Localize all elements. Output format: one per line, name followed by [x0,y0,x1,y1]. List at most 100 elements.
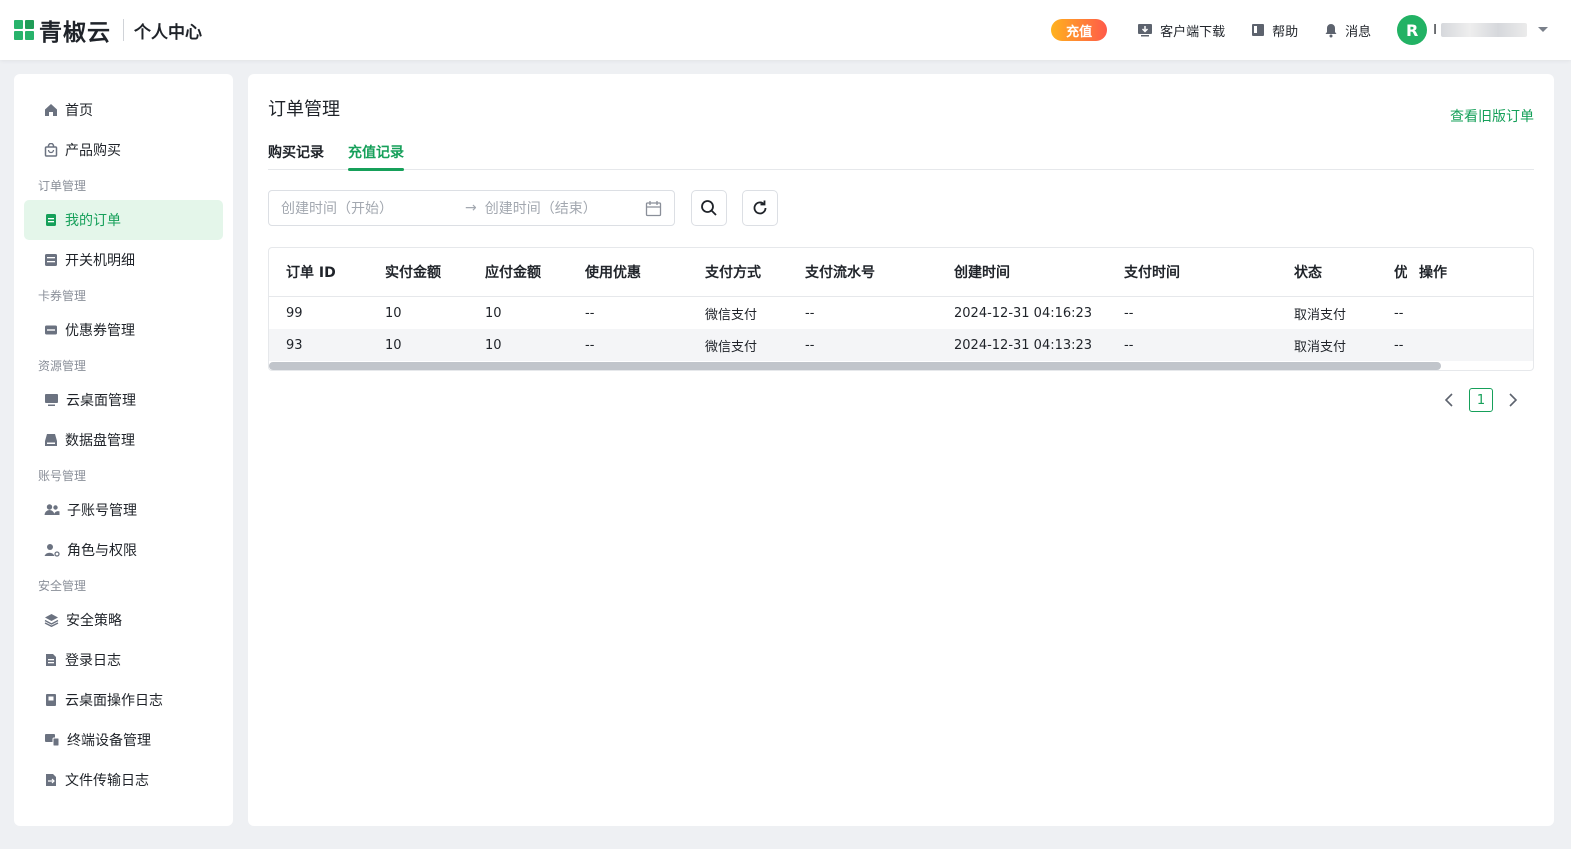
refresh-button[interactable] [742,190,778,226]
refresh-icon [753,200,767,215]
sidebar-item-my-orders[interactable]: 我的订单 [24,200,223,240]
column-header: 操作 [1419,265,1447,281]
sidebar-item-power-detail[interactable]: 开关机明细 [24,240,223,280]
table-cell: 93 [286,337,303,353]
column-header: 应付金额 [485,265,541,281]
chevron-left-icon[interactable] [1444,392,1454,408]
column-header: 使用优惠 [585,265,641,281]
sidebar-item-label: 登录日志 [65,653,121,669]
sidebar-item-transfer-logs[interactable]: 文件传输日志 [24,760,223,800]
avatar: R [1397,15,1428,45]
page-title: 订单管理 [268,99,340,120]
sidebar-item-label: 产品购买 [65,143,121,159]
sidebar-item-label: 首页 [65,103,93,119]
table-cell: -- [805,305,815,321]
calendar-icon[interactable] [645,200,662,217]
table-cell: 99 [286,305,303,321]
sidebar-item-label: 我的订单 [65,213,121,229]
sidebar-group-resources: 资源管理 [38,358,87,373]
column-header: 优 [1394,265,1407,281]
sidebar-item-policies[interactable]: 安全策略 [24,600,223,640]
table-cell: 2024-12-31 04:13:23 [954,337,1093,353]
messages-label: 消息 [1345,24,1372,40]
table-cell: 取消支付 [1294,307,1347,323]
date-end-input[interactable]: 创建时间（结束） [485,198,597,218]
monitor-icon [45,394,58,406]
sidebar-item-label: 安全策略 [66,613,122,629]
client-download-label: 客户端下载 [1160,24,1226,40]
table-cell: -- [1124,305,1134,321]
logo[interactable]: 青椒云 个人中心 [14,13,202,47]
column-header: 支付时间 [1124,265,1180,281]
coupon-icon [45,325,57,335]
sidebar-item-label: 终端设备管理 [67,733,151,749]
search-button[interactable] [691,190,727,226]
table-row[interactable]: 93 10 10 -- 微信支付 -- 2024-12-31 04:13:23 … [269,329,1533,361]
document-icon [46,654,56,666]
user-name: I [1433,22,1437,38]
table-cell: 10 [485,305,502,321]
recharge-button[interactable]: 充值 [1051,19,1108,41]
shopping-bag-icon [44,143,58,157]
table-cell: -- [1124,337,1134,353]
table-cell: 10 [385,337,402,353]
sidebar-group-security: 安全管理 [38,578,87,593]
sidebar-item-desktop-logs[interactable]: 云桌面操作日志 [24,680,223,720]
client-download-link[interactable]: 客户端下载 [1137,21,1225,40]
order-tabs: 购买记录 充值记录 [268,142,1534,171]
sidebar-group-accounts: 账号管理 [38,468,87,483]
date-range-picker[interactable]: 创建时间（开始） → 创建时间（结束） [268,190,675,226]
tab-recharge-records[interactable]: 充值记录 [348,142,404,171]
table-cell: -- [1394,305,1404,321]
table-row[interactable]: 99 10 10 -- 微信支付 -- 2024-12-31 04:16:23 … [269,297,1533,329]
file-transfer-icon [46,774,56,786]
sidebar-item-sub-accounts[interactable]: 子账号管理 [24,490,223,530]
chevron-down-icon [1538,27,1548,32]
sidebar-item-desktops[interactable]: 云桌面管理 [24,380,223,420]
date-start-input[interactable]: 创建时间（开始） [281,198,393,218]
sidebar-item-disks[interactable]: 数据盘管理 [24,420,223,460]
user-menu[interactable]: R I [1397,15,1549,45]
chevron-right-icon[interactable] [1508,392,1518,408]
column-header: 实付金额 [385,265,441,281]
layers-icon [44,614,59,627]
header-subtitle: 个人中心 [134,22,202,43]
page-number-current[interactable]: 1 [1469,388,1493,412]
sidebar-item-purchase[interactable]: 产品购买 [24,130,223,170]
column-header: 支付流水号 [805,265,875,281]
table-cell: 10 [385,305,402,321]
table-header: 订单 ID 实付金额 应付金额 使用优惠 支付方式 支付流水号 创建时间 支付时… [269,248,1533,297]
table-cell: 微信支付 [705,307,758,323]
table-cell: -- [585,305,595,321]
sidebar-item-label: 子账号管理 [67,503,137,519]
column-header: 订单 ID [286,265,336,281]
main-content: 订单管理 查看旧版订单 购买记录 充值记录 创建时间（开始） → 创建时间（结束… [248,74,1554,826]
column-header: 创建时间 [954,265,1010,281]
orders-table: 订单 ID 实付金额 应付金额 使用优惠 支付方式 支付流水号 创建时间 支付时… [268,247,1534,371]
table-cell: -- [585,337,595,353]
pagination: 1 [1444,388,1518,412]
sidebar-group-orders: 订单管理 [38,178,87,193]
sidebar-item-label: 云桌面管理 [66,393,136,409]
sidebar-item-roles[interactable]: 角色与权限 [24,530,223,570]
bell-icon [1325,23,1337,37]
messages-link[interactable]: 消息 [1324,21,1371,40]
user-key-icon [44,544,60,557]
devices-icon [45,734,60,747]
sidebar-item-devices[interactable]: 终端设备管理 [24,720,223,760]
logo-divider [123,19,124,41]
horizontal-scrollbar[interactable] [269,362,1441,370]
sidebar-item-login-logs[interactable]: 登录日志 [24,640,223,680]
view-old-orders-link[interactable]: 查看旧版订单 [1450,106,1534,126]
column-header: 支付方式 [705,265,761,281]
sidebar-item-label: 开关机明细 [65,253,135,269]
tab-purchase-records[interactable]: 购买记录 [268,142,324,170]
sidebar-item-label: 数据盘管理 [65,433,135,449]
users-icon [44,504,60,515]
sidebar-item-home[interactable]: 首页 [24,90,223,130]
sidebar-item-label: 角色与权限 [67,543,137,559]
help-link[interactable]: 帮助 [1251,21,1298,40]
sidebar-item-coupons[interactable]: 优惠券管理 [24,310,223,350]
sidebar-item-label: 文件传输日志 [65,773,149,789]
download-icon [1138,24,1153,37]
